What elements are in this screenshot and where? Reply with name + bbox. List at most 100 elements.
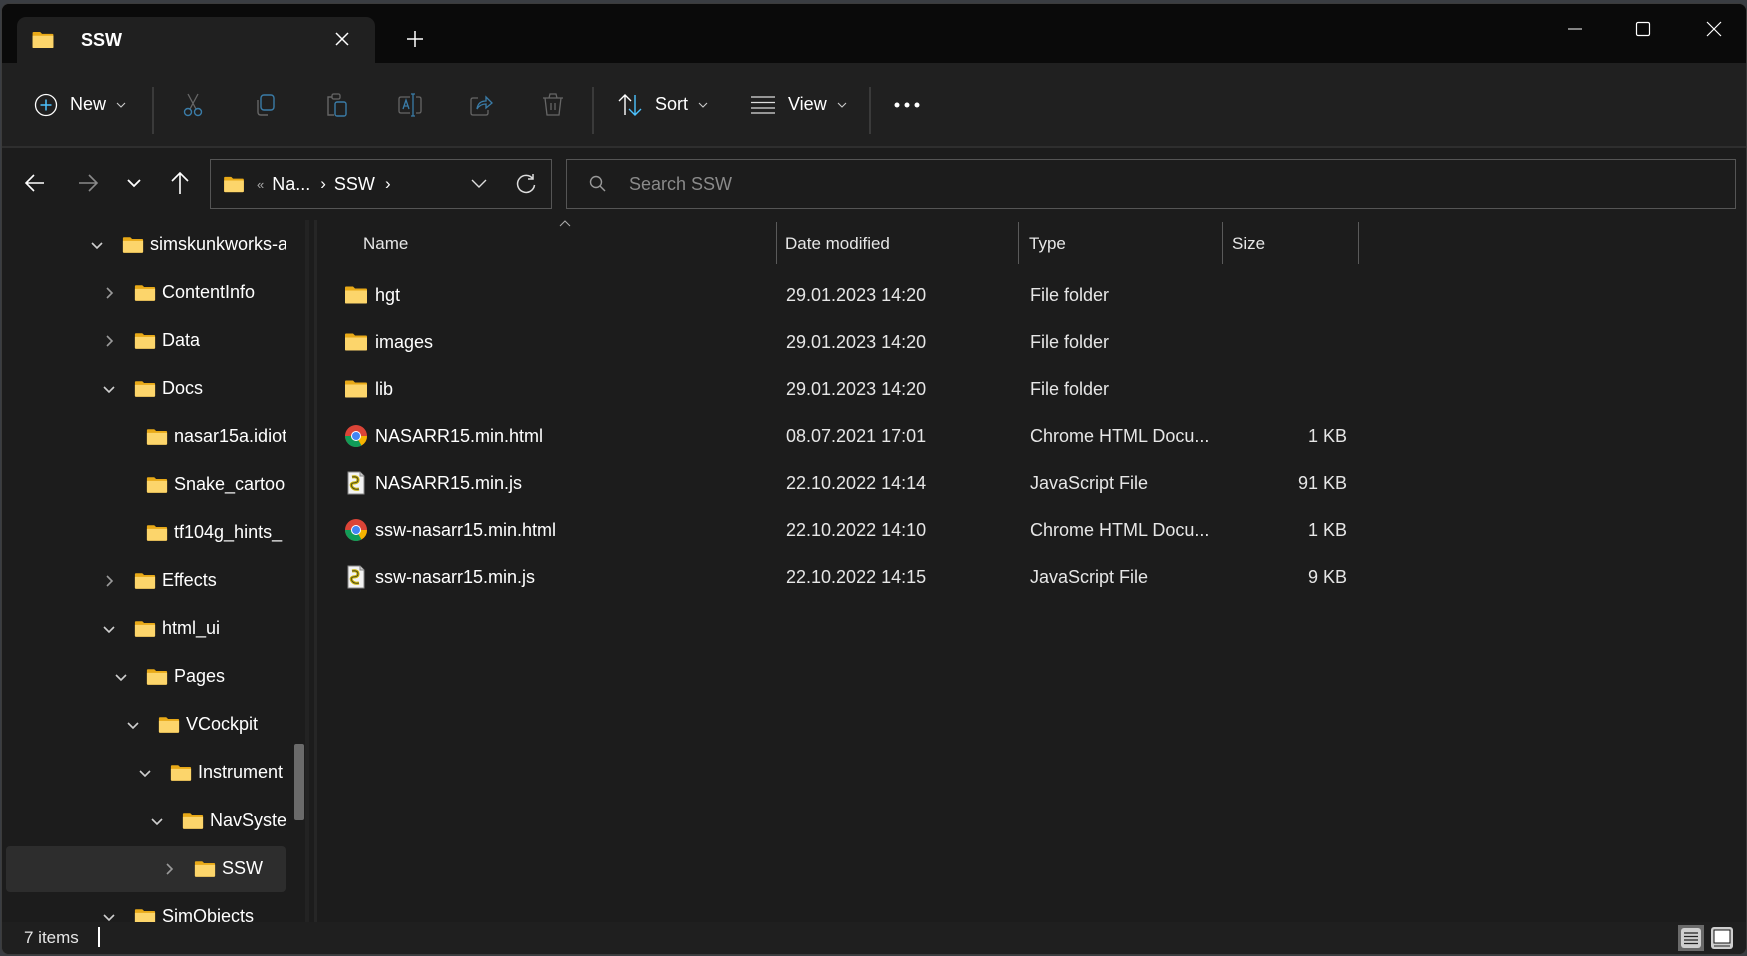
column-header-type[interactable]: Type xyxy=(1029,222,1219,266)
refresh-icon[interactable] xyxy=(515,173,537,195)
share-button[interactable] xyxy=(468,63,494,146)
search-box[interactable] xyxy=(566,159,1736,209)
breadcrumb-na[interactable]: Na... xyxy=(272,174,310,195)
forward-button[interactable] xyxy=(73,168,103,198)
file-type: File folder xyxy=(1030,284,1110,305)
file-type: File folder xyxy=(1030,331,1110,352)
close-tab-icon[interactable] xyxy=(331,28,353,50)
sidebar-item-label: simskunkworks-a xyxy=(150,234,286,254)
chevron-down-icon[interactable] xyxy=(150,814,164,828)
status-divider xyxy=(98,927,100,947)
chevron-right-icon[interactable] xyxy=(102,574,116,588)
toolbar-divider xyxy=(869,87,871,134)
toolbar-divider xyxy=(152,87,154,134)
back-button[interactable] xyxy=(20,168,50,198)
column-resize-handle[interactable] xyxy=(1018,222,1019,264)
copy-button[interactable] xyxy=(252,63,278,146)
file-row[interactable]: images 29.01.2023 14:20 File folder xyxy=(318,320,1418,364)
sidebar-item-label: Effects xyxy=(162,570,217,590)
column-header-name[interactable]: Name xyxy=(363,222,693,266)
sidebar-item[interactable]: ContentInfo xyxy=(6,270,286,316)
file-row[interactable]: lib 29.01.2023 14:20 File folder xyxy=(318,367,1418,411)
chevron-right-icon[interactable] xyxy=(102,286,116,300)
sidebar-item[interactable]: SimObjects xyxy=(6,894,286,922)
arrow-up-icon xyxy=(171,171,189,194)
view-button[interactable]: View xyxy=(750,63,847,146)
sidebar-scrollbar-track[interactable] xyxy=(305,220,309,922)
file-row[interactable]: NASARR15.min.js 22.10.2022 14:14 JavaScrip… xyxy=(318,461,1418,505)
column-header-size[interactable]: Size xyxy=(1232,222,1352,266)
sidebar-item[interactable]: nasar15a.idiot xyxy=(6,414,286,460)
maximize-icon xyxy=(1635,21,1651,37)
folder-icon xyxy=(31,31,55,49)
chevron-down-icon[interactable] xyxy=(102,910,116,922)
title-bar: SSW xyxy=(2,4,1746,63)
tab-ssw[interactable]: SSW xyxy=(17,17,375,63)
column-header-date[interactable]: Date modified xyxy=(785,222,1015,266)
chevron-right-icon[interactable] xyxy=(162,862,176,876)
breadcrumb-separator[interactable]: › xyxy=(320,174,326,194)
close-window-button[interactable] xyxy=(1694,16,1734,42)
column-resize-handle[interactable] xyxy=(1222,222,1223,264)
breadcrumb-separator[interactable]: › xyxy=(385,174,391,194)
delete-button[interactable] xyxy=(540,63,566,146)
rename-button[interactable] xyxy=(396,63,424,146)
folder-icon xyxy=(134,332,156,350)
address-dropdown-icon[interactable] xyxy=(469,174,489,194)
file-row[interactable]: NASARR15.min.html 08.07.2021 17:01 Chrome … xyxy=(318,414,1418,458)
paste-button[interactable] xyxy=(324,63,350,146)
address-bar[interactable]: « Na... › SSW › xyxy=(210,159,552,209)
sidebar-item[interactable]: NavSyste xyxy=(6,798,286,844)
minimize-button[interactable] xyxy=(1555,16,1595,42)
sidebar-scrollbar-thumb[interactable] xyxy=(294,744,304,820)
file-date-modified: 29.01.2023 14:20 xyxy=(786,378,927,399)
file-row[interactable]: hgt 29.01.2023 14:20 File folder xyxy=(318,273,1418,317)
sidebar-item[interactable]: Docs xyxy=(6,366,286,412)
chevron-down-icon[interactable] xyxy=(90,238,104,252)
new-tab-icon[interactable] xyxy=(404,28,426,50)
large-icons-view-button[interactable] xyxy=(1709,925,1735,951)
sidebar-item[interactable]: Data xyxy=(6,318,286,364)
chevron-down-icon[interactable] xyxy=(138,766,152,780)
sidebar-item-label: html_ui xyxy=(162,618,221,638)
view-list-icon xyxy=(751,95,775,114)
sidebar-item[interactable]: tf104g_hints_ xyxy=(6,510,286,556)
sidebar-item[interactable]: Snake_cartoon xyxy=(6,462,286,508)
recent-locations-button[interactable] xyxy=(119,168,149,198)
file-type: JavaScript File xyxy=(1030,472,1149,493)
folder-icon xyxy=(344,283,368,307)
details-view-button[interactable] xyxy=(1678,925,1704,951)
column-resize-handle[interactable] xyxy=(776,222,777,264)
sidebar-item[interactable]: Pages xyxy=(6,654,286,700)
sidebar-item[interactable]: html_ui xyxy=(6,606,286,652)
file-row[interactable]: ssw-nasarr15.min.html 22.10.2022 14:10 Chr… xyxy=(318,508,1418,552)
folder-icon xyxy=(146,428,168,446)
column-resize-handle[interactable] xyxy=(1358,222,1359,264)
file-date-modified: 22.10.2022 14:14 xyxy=(786,472,927,493)
maximize-button[interactable] xyxy=(1623,16,1663,42)
file-row[interactable]: ssw-nasarr15.min.js 22.10.2022 14:15 JavaS… xyxy=(318,555,1418,599)
up-button[interactable] xyxy=(165,168,195,198)
breadcrumb-ssw[interactable]: SSW xyxy=(334,174,375,195)
pane-splitter[interactable] xyxy=(314,220,317,922)
overflow-crumbs-button[interactable]: « xyxy=(257,177,264,192)
sidebar-item[interactable]: simskunkworks-a xyxy=(6,222,286,268)
sidebar-item[interactable]: Instrument xyxy=(6,750,286,796)
sidebar-item[interactable]: VCockpit xyxy=(6,702,286,748)
chevron-down-icon[interactable] xyxy=(114,670,128,684)
sort-button[interactable]: Sort xyxy=(617,63,708,146)
search-input[interactable] xyxy=(627,172,1631,196)
sidebar-item-label: SimObjects xyxy=(162,906,255,922)
chevron-right-icon[interactable] xyxy=(102,334,116,348)
chevron-down-icon[interactable] xyxy=(102,382,116,396)
new-button[interactable]: New xyxy=(34,63,126,146)
chevron-down-icon[interactable] xyxy=(102,622,116,636)
sidebar-item[interactable]: SSW xyxy=(6,846,286,892)
sort-label: Sort xyxy=(655,94,689,114)
chevron-down-icon[interactable] xyxy=(126,718,140,732)
more-options-button[interactable] xyxy=(894,63,920,146)
file-size xyxy=(1232,367,1347,411)
sidebar-item[interactable]: Effects xyxy=(6,558,286,604)
cut-button[interactable] xyxy=(180,63,206,146)
folder-icon xyxy=(134,572,156,590)
